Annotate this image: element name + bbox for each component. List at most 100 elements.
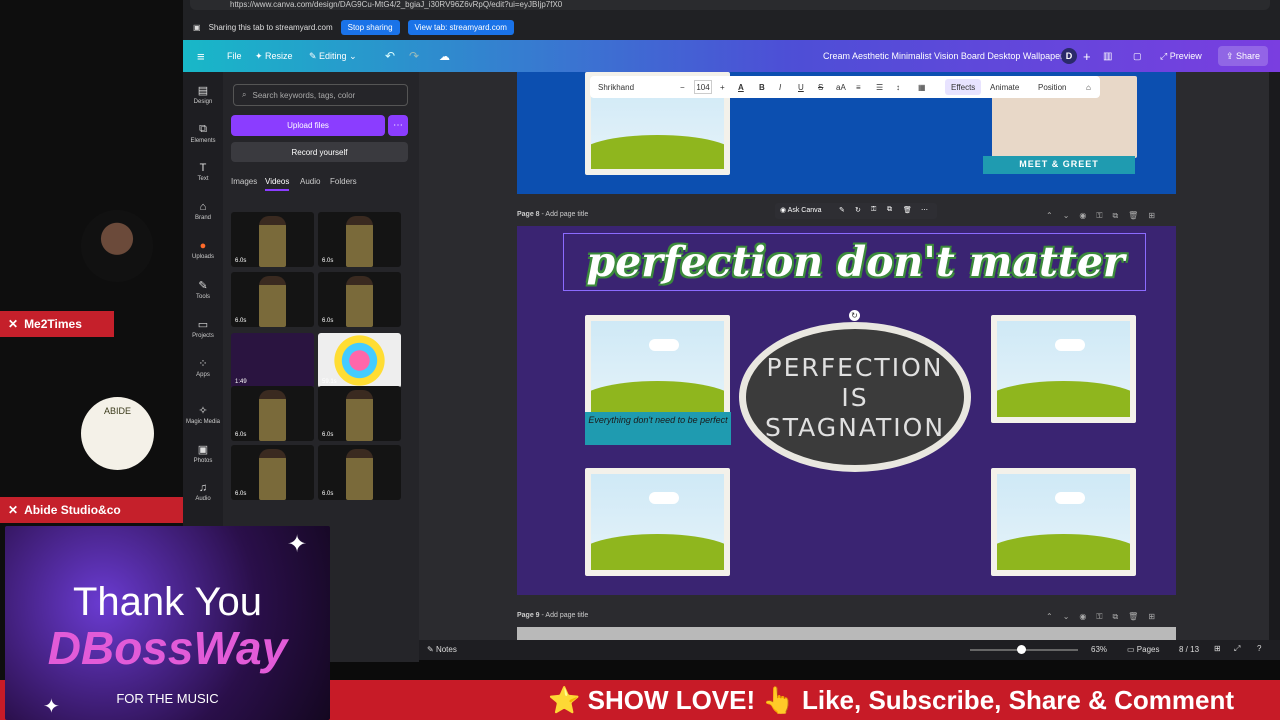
rail-audio[interactable]: ♫ Audio [183, 482, 223, 502]
redo-icon[interactable]: ↷ [409, 40, 419, 72]
more-options-icon[interactable]: ⋯ [388, 115, 408, 136]
video-thumbnail[interactable]: 6.0s [318, 445, 401, 500]
document-title[interactable]: Cream Aesthetic Minimalist Vision Board … [823, 40, 1063, 72]
lock-icon[interactable]: ⚿ [871, 206, 876, 214]
undo-icon[interactable]: ↶ [385, 40, 395, 72]
paint-format-icon[interactable]: ⌂ [1086, 76, 1091, 98]
rotate-handle-icon[interactable]: ↻ [849, 310, 860, 321]
video-thumbnail[interactable]: 6.0s [231, 212, 314, 267]
rail-brand[interactable]: ⌂ Brand [183, 201, 223, 221]
underline-icon[interactable]: U [798, 76, 804, 98]
italic-icon[interactable]: I [779, 76, 781, 98]
add-page-title[interactable]: Add page title [545, 612, 588, 619]
video-thumbnail[interactable]: 6.0s [318, 272, 401, 327]
rotate-icon[interactable]: ↻ [855, 206, 861, 214]
list-icon[interactable]: ☰ [876, 76, 883, 98]
edit-icon[interactable]: ✎ [839, 206, 845, 214]
more-icon[interactable]: ⋯ [921, 206, 928, 214]
align-center-icon[interactable]: ≡ [856, 76, 861, 98]
rail-uploads[interactable]: ● Uploads [183, 240, 223, 260]
animate-button[interactable]: Animate [990, 76, 1019, 98]
spacing-icon[interactable]: ↕ [896, 76, 900, 98]
grid-view-icon[interactable]: ⊞ [1214, 644, 1221, 653]
resize-button[interactable]: ✦ Resize [255, 40, 293, 72]
page-number: Page 8 [517, 211, 540, 218]
cloud-shape [649, 339, 679, 351]
page-9-label[interactable]: Page 9 - Add page title [517, 612, 588, 619]
share-button[interactable]: ⇪ Share [1218, 46, 1269, 66]
add-page-title[interactable]: Add page title [545, 211, 588, 218]
minus-icon[interactable]: − [680, 76, 685, 98]
rail-photos[interactable]: ▣ Photos [183, 443, 223, 464]
ask-canva-button[interactable]: ◉ Ask Canva [780, 206, 822, 214]
page-action-icons[interactable]: ⌃⌄◉⚿⧉🗑⊞ [1046, 612, 1165, 621]
photo-frame[interactable] [585, 468, 730, 576]
rail-magic-media[interactable]: ✧ Magic Media [183, 404, 223, 425]
rail-apps[interactable]: ⁘ Apps [183, 357, 223, 378]
plus-icon[interactable]: + [720, 76, 725, 98]
page-actions[interactable]: ⌃⌄◉⚿⧉🗑⊞ [1046, 211, 1165, 221]
tab-videos[interactable]: Videos [265, 177, 290, 191]
address-bar[interactable]: https://www.canva.com/design/DAG9Cu-MtG4… [190, 0, 1270, 10]
effects-button[interactable]: Effects [945, 79, 982, 95]
photo-frame[interactable] [585, 315, 730, 423]
search-input[interactable]: ⌕ Search keywords, tags, color [233, 84, 408, 106]
editing-dropdown[interactable]: ✎ Editing ⌄ [309, 40, 357, 72]
ribbon-banner[interactable]: Everything don't need to be perfect [585, 412, 731, 445]
delete-icon[interactable]: 🗑 [903, 206, 912, 214]
case-icon[interactable]: aA [836, 76, 846, 98]
tab-folders[interactable]: Folders [330, 177, 357, 186]
page-actions[interactable]: ⌃⌄◉⚿⧉🗑⊞ [1046, 612, 1165, 622]
user-avatar[interactable]: D [1061, 48, 1077, 64]
preview-button[interactable]: ⤢ Preview [1160, 40, 1202, 72]
video-thumbnail[interactable]: 59.1s [318, 333, 401, 388]
zoom-slider-handle[interactable] [1017, 645, 1026, 654]
vertical-scrollbar[interactable] [1269, 72, 1280, 640]
rail-design[interactable]: ▤ Design [183, 84, 223, 105]
comment-icon[interactable]: ▢ [1133, 40, 1142, 72]
tab-audio[interactable]: Audio [300, 177, 320, 186]
chalkboard-oval[interactable]: PERFECTION IS STAGNATION [739, 322, 971, 472]
bold-icon[interactable]: B [759, 76, 765, 98]
add-collaborator-icon[interactable]: + [1083, 40, 1091, 72]
notes-button[interactable]: ✎ Notes [427, 645, 457, 654]
text-color-icon[interactable]: A [738, 76, 744, 98]
record-yourself-button[interactable]: Record yourself [231, 142, 408, 162]
pages-button[interactable]: ▭ Pages [1127, 645, 1159, 654]
meet-greet-ribbon[interactable]: MEET & GREET [983, 156, 1135, 174]
duplicate-icon[interactable]: ⧉ [887, 206, 892, 214]
upload-files-button[interactable]: Upload files [231, 115, 385, 136]
tab-images[interactable]: Images [231, 177, 257, 186]
page-9[interactable] [517, 627, 1176, 640]
upload-icon: ⇪ [1226, 50, 1237, 61]
fullscreen-icon[interactable]: ⤢ [1234, 644, 1240, 654]
video-thumbnail[interactable]: 6.0s [231, 386, 314, 441]
page-action-icons[interactable]: ⌃⌄◉⚿⧉🗑⊞ [1046, 211, 1165, 220]
text-icon: T [199, 162, 207, 174]
strikethrough-icon[interactable]: S [818, 76, 823, 98]
file-menu[interactable]: File [227, 40, 242, 72]
video-thumbnail[interactable]: 6.0s [231, 445, 314, 500]
rail-projects[interactable]: ▭ Projects [183, 318, 223, 339]
hamburger-icon[interactable]: ≡ [197, 40, 205, 72]
rail-tools[interactable]: ✎ Tools [183, 279, 223, 300]
video-thumbnail[interactable]: 6.0s [318, 212, 401, 267]
cloud-save-icon[interactable]: ☁ [439, 40, 450, 72]
stop-sharing-button[interactable]: Stop sharing [340, 19, 400, 35]
view-tab-button[interactable]: View tab: streamyard.com [407, 19, 514, 35]
zoom-level[interactable]: 63% [1091, 645, 1107, 654]
rail-text[interactable]: T Text [183, 162, 223, 182]
help-icon[interactable]: ? [1257, 644, 1261, 653]
photo-frame[interactable] [991, 315, 1136, 423]
font-size-input[interactable]: 104 [694, 80, 712, 94]
photo-frame[interactable] [991, 468, 1136, 576]
position-button[interactable]: Position [1038, 76, 1066, 98]
font-selector[interactable]: Shrikhand [598, 76, 674, 98]
page-8-label[interactable]: Page 8 - Add page title [517, 211, 588, 218]
transparency-icon[interactable]: ▦ [918, 76, 926, 98]
video-thumbnail[interactable]: 6.0s [318, 386, 401, 441]
rail-elements[interactable]: ⧉ Elements [183, 123, 223, 144]
analytics-icon[interactable]: ▥ [1103, 40, 1112, 72]
video-thumbnail[interactable]: 6.0s [231, 272, 314, 327]
video-thumbnail[interactable]: 1:49 [231, 333, 314, 388]
